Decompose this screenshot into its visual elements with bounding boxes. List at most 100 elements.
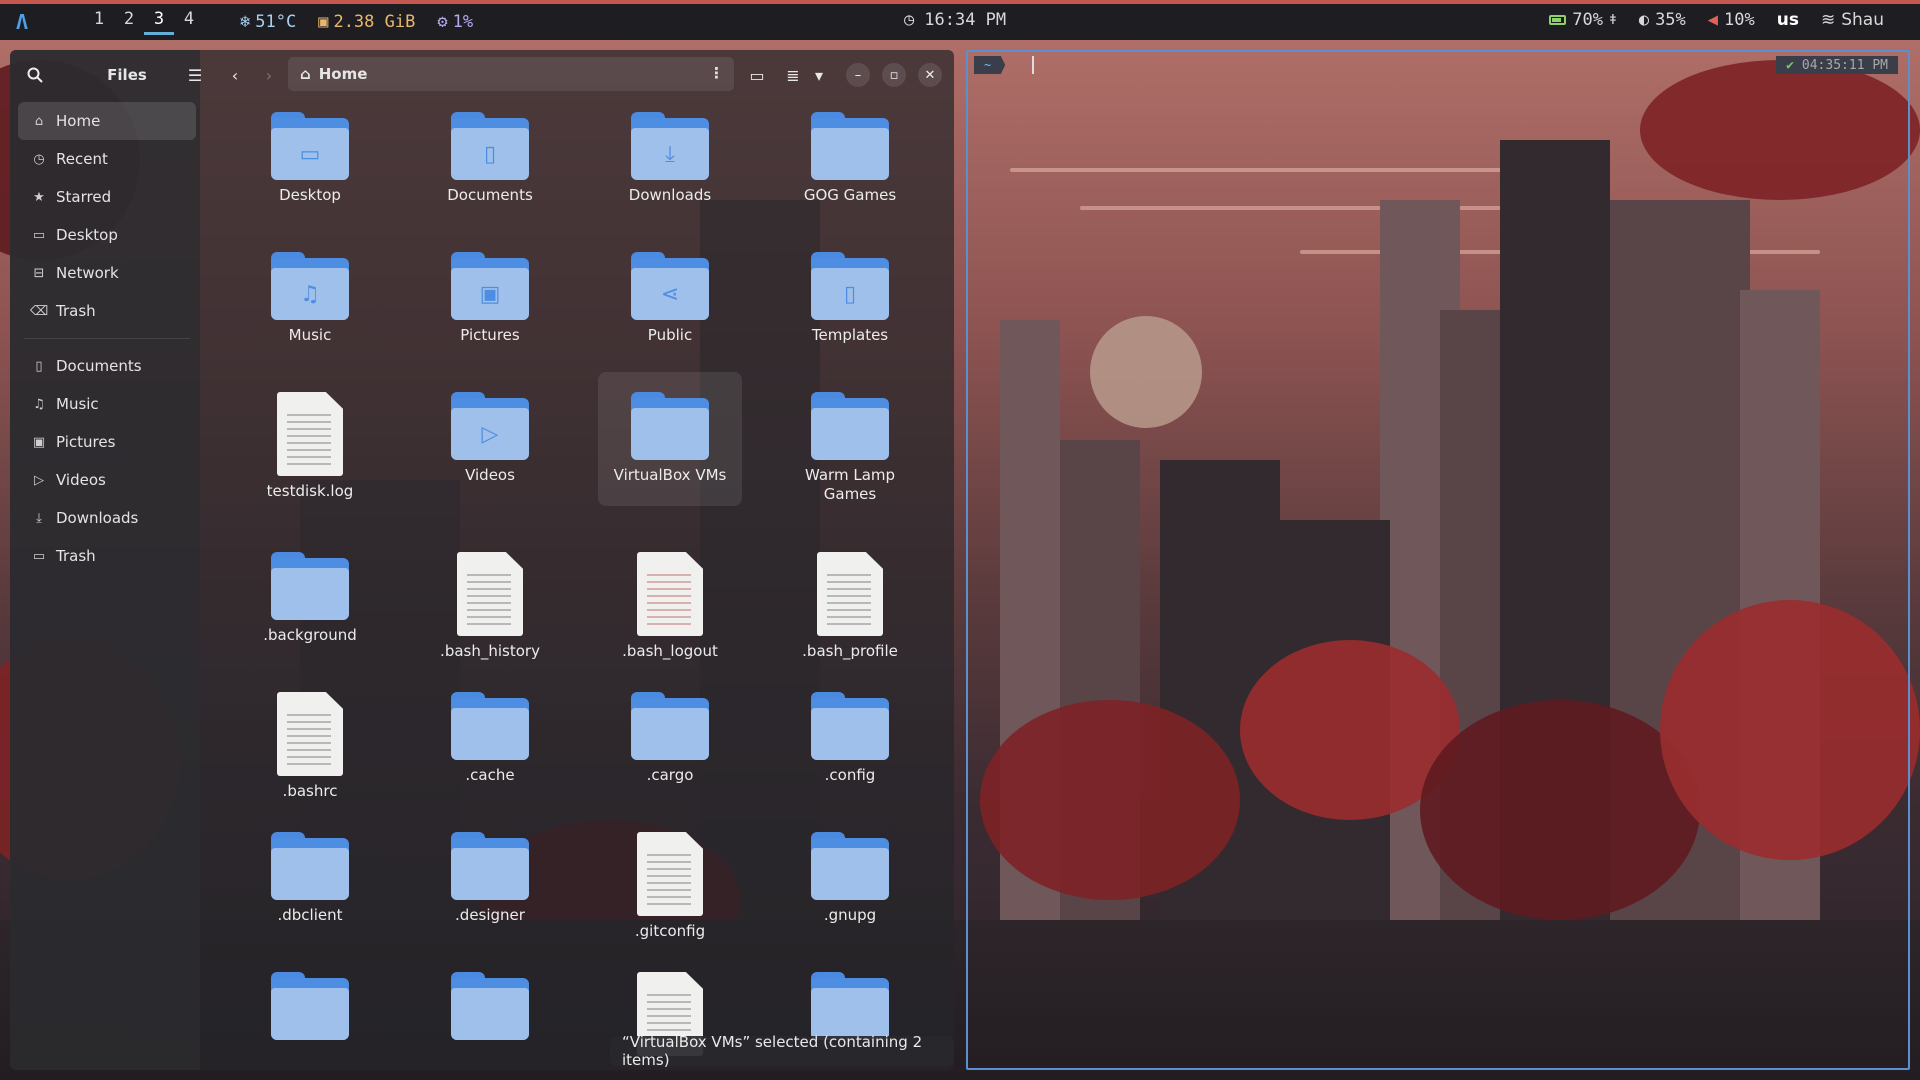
folder-item[interactable]: .designer <box>420 832 560 925</box>
sidebar-item-recent[interactable]: ◷ Recent <box>18 140 196 178</box>
folder-item[interactable]: .background <box>240 552 380 645</box>
view-options-button[interactable]: ▾ <box>802 58 836 92</box>
item-label: Documents <box>447 186 533 204</box>
folder-item[interactable]: ▯ Templates <box>780 252 920 345</box>
folder-item[interactable]: .cargo <box>600 692 740 785</box>
file-item[interactable]: testdisk.log <box>240 392 380 501</box>
folder-item[interactable]: ⋖ Public <box>600 252 740 345</box>
text-file-icon <box>277 692 343 776</box>
folder-item[interactable]: VirtualBox VMs <box>598 372 742 506</box>
folder-item[interactable] <box>780 972 920 1040</box>
clock-time: 16:34 PM <box>924 10 1007 30</box>
folder-icon: ♫ <box>271 252 349 320</box>
sidebar-item-starred[interactable]: ★ Starred <box>18 178 196 216</box>
folder-item[interactable]: ⤓ Downloads <box>600 112 740 205</box>
close-button[interactable]: ✕ <box>918 63 942 87</box>
chevron-right-icon: › <box>265 65 273 85</box>
sidebar-item-trash-bookmark[interactable]: ▭ Trash <box>18 537 196 575</box>
sidebar-item-label: Music <box>56 395 99 413</box>
sidebar-item-label: Desktop <box>56 226 118 244</box>
item-label: VirtualBox VMs <box>613 466 727 484</box>
folder-icon: ▭ <box>299 141 321 167</box>
sidebar-item-label: Network <box>56 264 119 282</box>
file-item[interactable]: .bashrc <box>240 692 380 801</box>
clock-icon: ◷ <box>33 151 45 167</box>
sidebar-item-videos[interactable]: ▷ Videos <box>18 461 196 499</box>
sidebar-item-downloads[interactable]: ⤓ Downloads <box>18 499 196 537</box>
sidebar-item-network[interactable]: ⊟ Network <box>18 254 196 292</box>
path-menu-icon[interactable]: ⋮ <box>709 64 724 82</box>
launcher-logo-icon[interactable]: Λ <box>0 10 44 34</box>
cpu-value: 1% <box>452 12 474 32</box>
folder-icon: ▯ <box>811 252 889 320</box>
brightness-value: 35% <box>1655 10 1686 30</box>
sidebar-item-label: Trash <box>56 547 96 565</box>
minimize-button[interactable]: – <box>846 63 870 87</box>
folder-item[interactable]: .gnupg <box>780 832 920 925</box>
snowflake-icon: ❄ <box>240 12 251 32</box>
image-icon: ▣ <box>479 281 501 307</box>
file-item[interactable]: .bash_profile <box>780 552 920 661</box>
folder-item[interactable]: .dbclient <box>240 832 380 925</box>
item-label: .gnupg <box>823 906 877 924</box>
workspace-1[interactable]: 1 <box>84 9 114 35</box>
workspace-3[interactable]: 3 <box>144 9 174 35</box>
file-item[interactable]: .bash_logout <box>600 552 740 661</box>
home-icon: ⌂ <box>300 65 311 83</box>
folder-icon <box>451 832 529 900</box>
sidebar-item-desktop[interactable]: ▭ Desktop <box>18 216 196 254</box>
maximize-button[interactable]: ▫ <box>882 63 906 87</box>
item-label: .background <box>263 626 357 644</box>
folder-item[interactable]: ▷ Videos <box>420 392 560 485</box>
folder-icon: ▭ <box>32 227 46 243</box>
folder-item[interactable] <box>420 972 560 1040</box>
brightness-icon: ◐ <box>1638 10 1650 30</box>
folder-item[interactable]: Warm Lamp Games <box>780 392 920 504</box>
keyboard-layout[interactable]: us <box>1777 10 1799 30</box>
file-item[interactable]: .bash_history <box>420 552 560 661</box>
folder-item[interactable]: .cache <box>420 692 560 785</box>
speaker-icon: ◀ <box>1707 10 1719 30</box>
folder-icon <box>271 552 349 620</box>
terminal-prompt: ~ <box>974 56 1006 74</box>
volume-value: 10% <box>1724 10 1755 30</box>
folder-item[interactable]: ▣ Pictures <box>420 252 560 345</box>
sidebar-item-documents[interactable]: ▯ Documents <box>18 347 196 385</box>
main-menu-button[interactable]: ☰ <box>178 58 212 92</box>
new-folder-button[interactable]: ▭ <box>740 58 774 92</box>
item-label: GOG Games <box>803 186 897 204</box>
item-label: .config <box>824 766 876 784</box>
folder-item[interactable]: GOG Games <box>780 112 920 205</box>
terminal-window[interactable]: ~ ✔ 04:35:11 PM <box>966 50 1910 1070</box>
volume-indicator[interactable]: ◀ 10% <box>1708 10 1755 30</box>
sidebar-item-label: Downloads <box>56 509 139 527</box>
sidebar-separator <box>24 338 190 339</box>
workspace-2[interactable]: 2 <box>114 9 144 35</box>
document-icon: ▯ <box>483 141 497 167</box>
sidebar-item-home[interactable]: ⌂ Home <box>18 102 196 140</box>
sidebar-item-music[interactable]: ♫ Music <box>18 385 196 423</box>
temperature-value: 51°C <box>255 12 297 32</box>
folder-item[interactable]: ♫ Music <box>240 252 380 345</box>
folder-item[interactable] <box>240 972 380 1040</box>
network-user[interactable]: ≋ Shau <box>1821 10 1884 30</box>
text-file-icon <box>277 392 343 476</box>
sidebar-item-pictures[interactable]: ▣ Pictures <box>18 423 196 461</box>
item-label: Downloads <box>628 186 712 204</box>
battery-indicator[interactable]: 70% ǂ <box>1549 10 1617 30</box>
brightness-indicator[interactable]: ◐ 35% <box>1639 10 1686 30</box>
folder-item[interactable]: .config <box>780 692 920 785</box>
folder-icon: ▣ <box>451 252 529 320</box>
folder-icon <box>811 972 889 1040</box>
file-item[interactable]: .gitconfig <box>600 832 740 941</box>
item-label: .designer <box>455 906 525 924</box>
folder-item[interactable]: ▯ Documents <box>420 112 560 205</box>
sidebar-item-trash[interactable]: ⌫ Trash <box>18 292 196 330</box>
location-bar[interactable]: ⌂ Home ⋮ <box>288 57 734 91</box>
forward-button[interactable]: › <box>252 58 286 92</box>
workspace-4[interactable]: 4 <box>174 9 204 35</box>
clock[interactable]: ◷ 16:34 PM <box>904 10 1006 30</box>
search-button[interactable] <box>18 58 52 92</box>
folder-item[interactable]: ▭ Desktop <box>240 112 380 205</box>
back-button[interactable]: ‹ <box>218 58 252 92</box>
